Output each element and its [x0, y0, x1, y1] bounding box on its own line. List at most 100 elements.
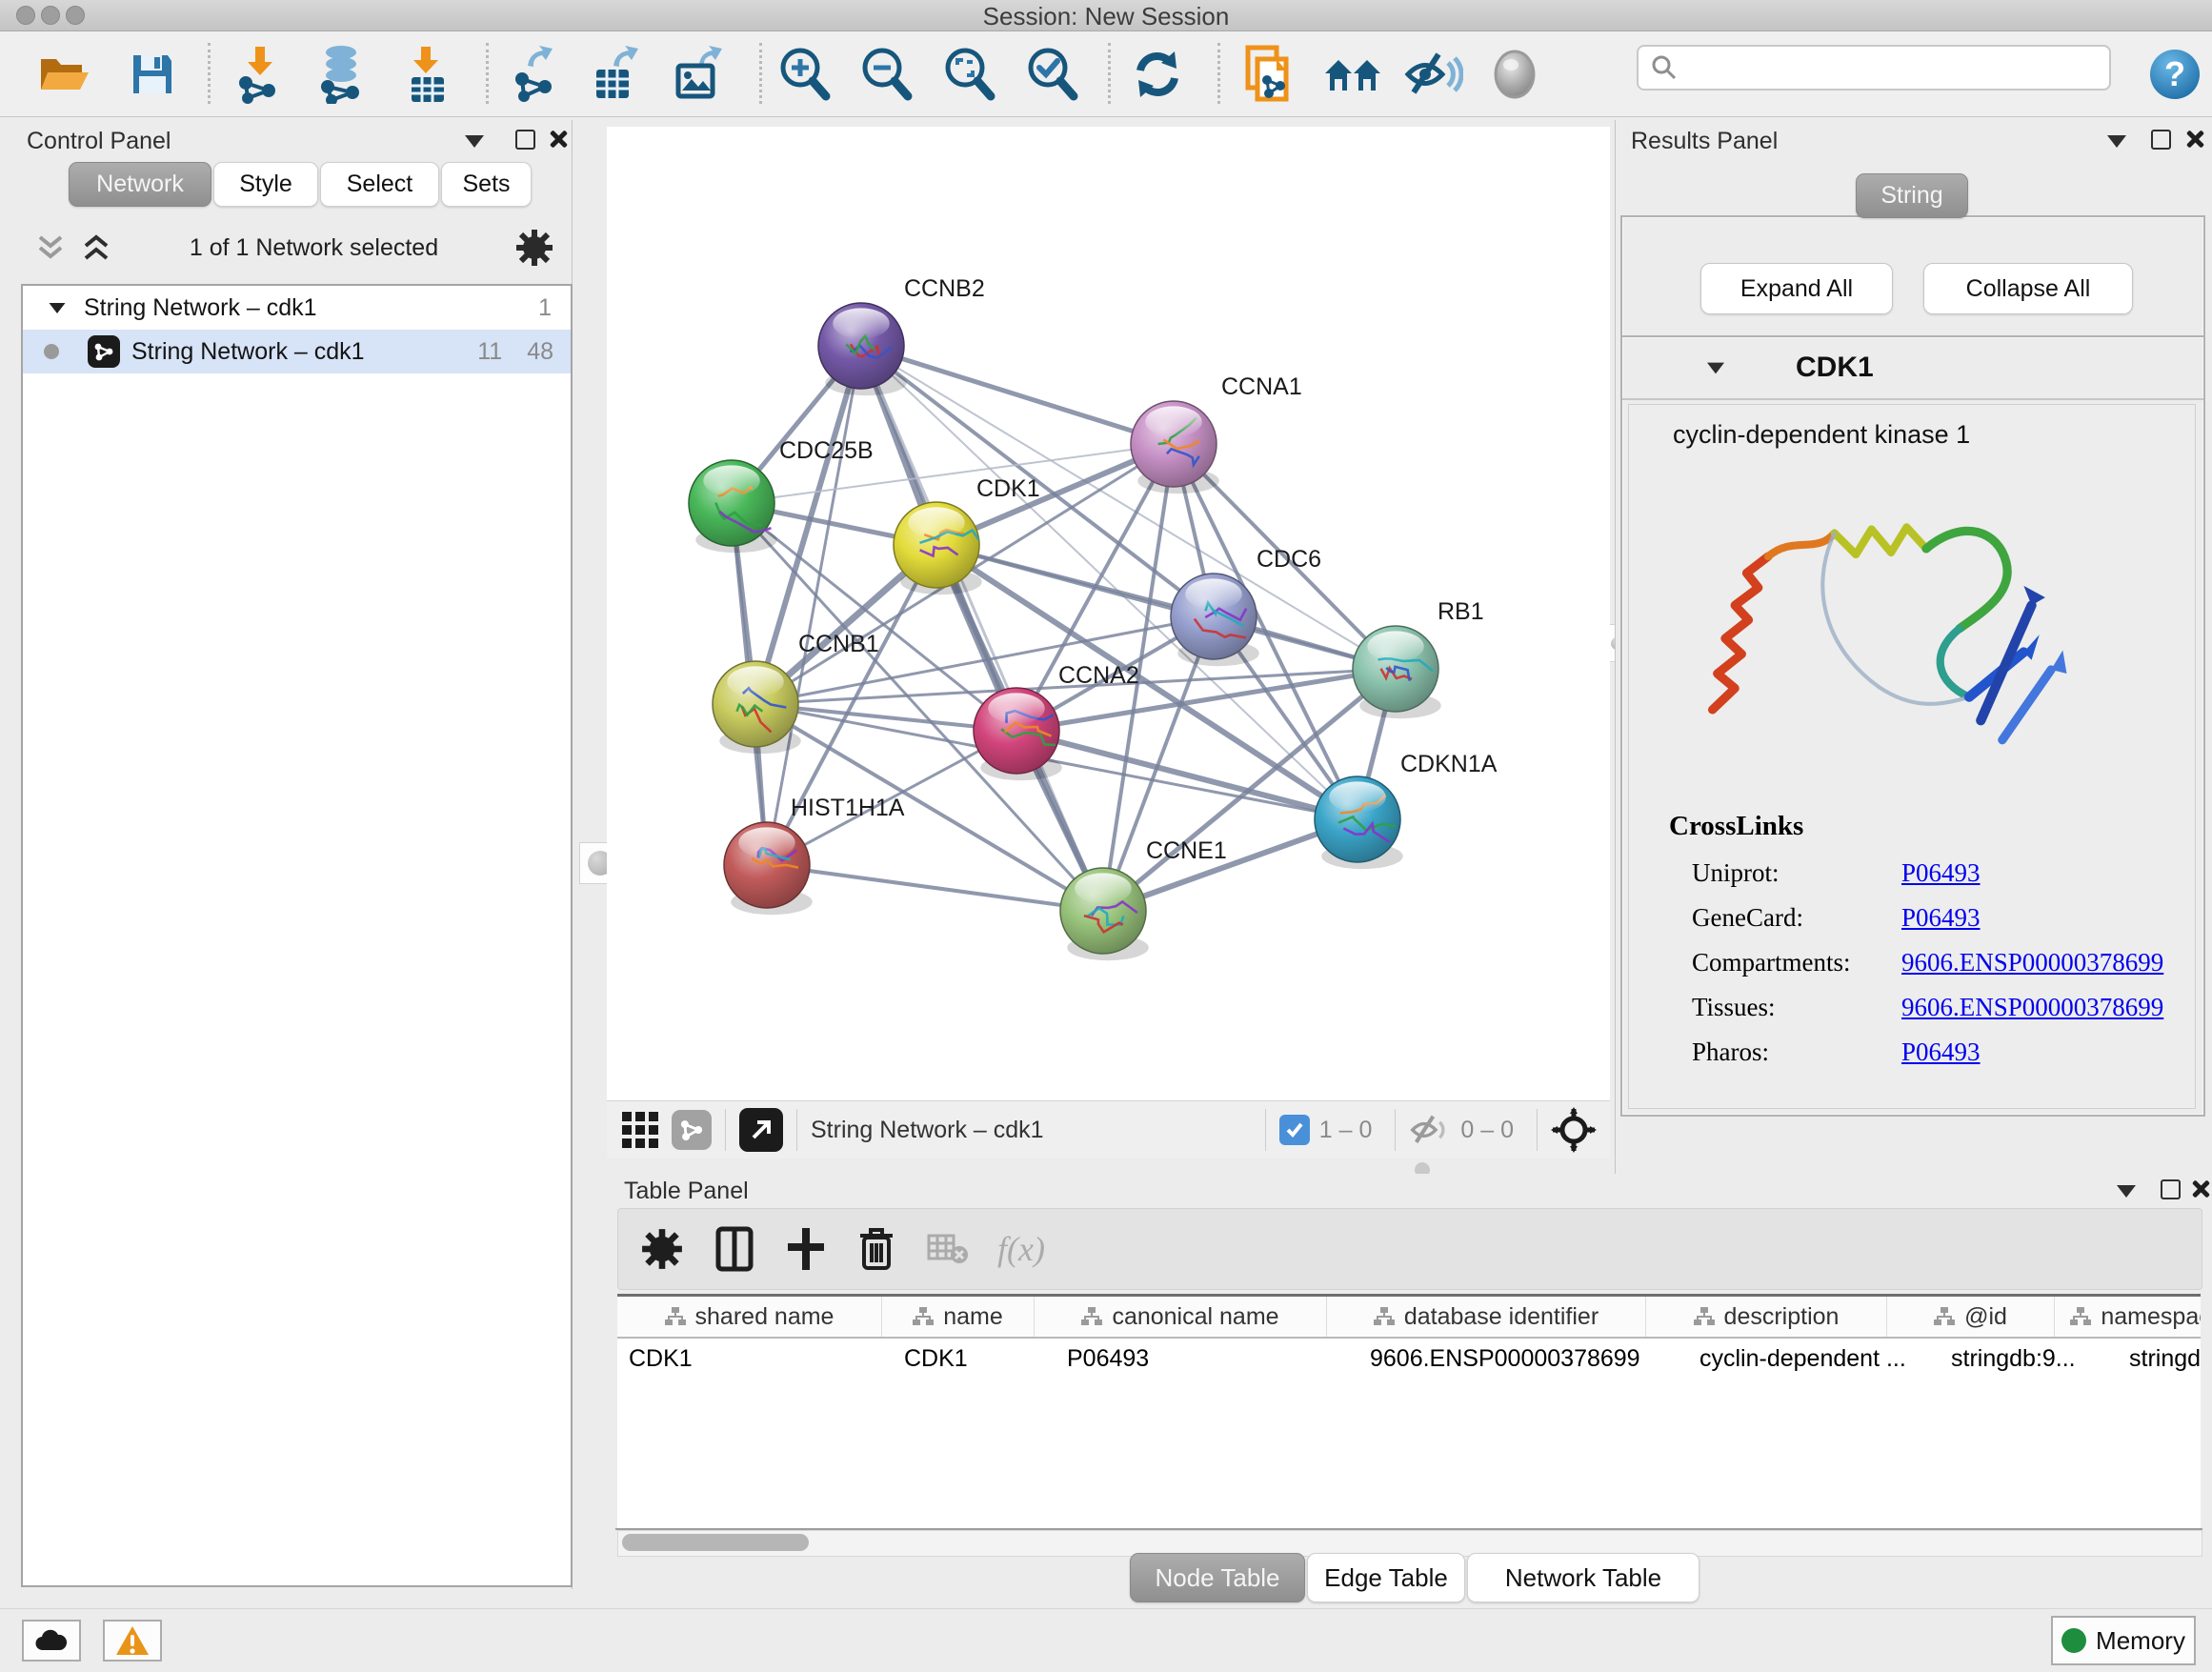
- show-columns-icon[interactable]: [715, 1226, 754, 1272]
- tab-network-table[interactable]: Network Table: [1467, 1553, 1699, 1602]
- table-panel-title: Table Panel: [624, 1178, 749, 1205]
- tab-node-table[interactable]: Node Table: [1130, 1553, 1305, 1602]
- hide-selected-button[interactable]: [1400, 41, 1467, 108]
- table-panel-menu-icon[interactable]: [2117, 1185, 2136, 1198]
- tab-style[interactable]: Style: [213, 162, 318, 207]
- edge-HIST1H1A-CCNE1[interactable]: [767, 865, 1103, 911]
- save-session-button[interactable]: [119, 41, 186, 108]
- edge-CCNB2-HIST1H1A[interactable]: [767, 346, 861, 865]
- node-CDC6[interactable]: [1171, 574, 1259, 666]
- node-gloss: [727, 666, 783, 696]
- zoom-selected-button[interactable]: [1019, 41, 1086, 108]
- crosslinks-title: CrossLinks: [1669, 811, 1803, 842]
- network-graph[interactable]: CCNB2CCNA1CDC25BCDK1CDC6RB1CCNB1CCNA2CDK…: [607, 127, 1610, 1100]
- crosslink-link[interactable]: P06493: [1901, 903, 1981, 933]
- tab-sets[interactable]: Sets: [441, 162, 532, 207]
- node-table[interactable]: shared namenamecanonical namedatabase id…: [617, 1294, 2201, 1533]
- refresh-view-button[interactable]: [1124, 41, 1191, 108]
- gene-detail-box: cyclin-dependent kinase 1: [1628, 404, 2196, 1109]
- hidden-eye-slash-icon[interactable]: [1409, 1114, 1451, 1146]
- node-CCNE1[interactable]: [1060, 868, 1149, 960]
- network-row[interactable]: String Network – cdk1 11 48: [23, 330, 571, 373]
- node-RB1[interactable]: [1353, 626, 1441, 718]
- column-header-shared-name[interactable]: shared name: [617, 1297, 882, 1337]
- network-collection-row[interactable]: String Network – cdk1 1: [23, 286, 571, 330]
- node-CDKN1A[interactable]: [1315, 776, 1403, 869]
- export-network-button[interactable]: [500, 41, 567, 108]
- table-gear-icon[interactable]: [641, 1228, 683, 1270]
- selected-checkbox-icon[interactable]: [1279, 1115, 1310, 1145]
- zoom-fit-button[interactable]: [936, 41, 1003, 108]
- gene-disclosure-icon[interactable]: [1707, 362, 1724, 373]
- control-panel-menu-icon[interactable]: [465, 135, 484, 148]
- import-table-button[interactable]: [393, 41, 460, 108]
- column-header-canonical-name[interactable]: canonical name: [1035, 1297, 1327, 1337]
- collection-disclosure-icon[interactable]: [50, 302, 66, 312]
- edge-CCNB2-CCNA1[interactable]: [861, 346, 1174, 444]
- collapse-all-icon[interactable]: [34, 233, 67, 262]
- add-column-icon[interactable]: [786, 1226, 826, 1272]
- home-layout-button[interactable]: [1319, 41, 1386, 108]
- zoom-in-button[interactable]: [772, 41, 838, 108]
- results-panel-menu-icon[interactable]: [2107, 135, 2126, 148]
- open-session-button[interactable]: [31, 41, 98, 108]
- import-network-button[interactable]: [226, 41, 292, 108]
- column-header-name[interactable]: name: [882, 1297, 1035, 1337]
- birds-eye-view-icon[interactable]: [622, 1112, 658, 1148]
- clone-network-button[interactable]: [1237, 41, 1303, 108]
- crosslink-link[interactable]: P06493: [1901, 858, 1981, 888]
- column-header-namespace[interactable]: namespace: [2055, 1297, 2201, 1337]
- node-CCNB1[interactable]: [713, 661, 801, 754]
- gene-header-row[interactable]: CDK1: [1622, 337, 2203, 400]
- cloud-button[interactable]: [22, 1620, 81, 1662]
- table-row[interactable]: CDK1CDK1P064939606.ENSP00000378699cyclin…: [617, 1339, 2201, 1379]
- network-canvas[interactable]: CCNB2CCNA1CDC25BCDK1CDC6RB1CCNB1CCNA2CDK…: [607, 127, 1610, 1100]
- column-header-database-identifier[interactable]: database identifier: [1327, 1297, 1646, 1337]
- table-hscrollbar-thumb[interactable]: [622, 1534, 809, 1551]
- column-header-description[interactable]: description: [1646, 1297, 1887, 1337]
- table-panel-close-icon[interactable]: [2191, 1179, 2210, 1199]
- export-table-button[interactable]: [582, 41, 649, 108]
- node-HIST1H1A[interactable]: [724, 822, 813, 915]
- memory-button[interactable]: Memory: [2051, 1616, 2196, 1665]
- node-CCNA1[interactable]: [1131, 401, 1219, 494]
- crosslink-link[interactable]: 9606.ENSP00000378699: [1901, 993, 2163, 1022]
- tab-string[interactable]: String: [1856, 173, 1968, 218]
- crosshair-icon[interactable]: [1551, 1107, 1597, 1153]
- tab-select[interactable]: Select: [320, 162, 439, 207]
- control-panel-float-icon[interactable]: [515, 130, 535, 150]
- network-share-icon[interactable]: [672, 1110, 712, 1150]
- documents-share-icon: [1244, 44, 1296, 105]
- node-CCNB2[interactable]: [818, 303, 907, 395]
- node-label-CDC6: CDC6: [1257, 546, 1321, 573]
- node-CCNA2[interactable]: [974, 688, 1062, 780]
- results-panel-close-icon[interactable]: [2185, 130, 2204, 149]
- node-CDK1[interactable]: [894, 502, 982, 594]
- crosslink-link[interactable]: P06493: [1901, 1037, 1981, 1067]
- search-field[interactable]: [1637, 45, 2111, 91]
- results-panel-float-icon[interactable]: [2151, 130, 2171, 150]
- expand-all-icon[interactable]: [80, 233, 112, 262]
- open-in-window-icon[interactable]: [739, 1108, 783, 1152]
- collapse-all-button[interactable]: Collapse All: [1923, 263, 2133, 314]
- search-input[interactable]: [1686, 49, 2109, 87]
- column-header-@id[interactable]: @id: [1887, 1297, 2055, 1337]
- network-edge-count: 48: [527, 338, 553, 366]
- control-panel-close-icon[interactable]: [549, 130, 568, 149]
- import-network-from-database-button[interactable]: [308, 41, 374, 108]
- export-network-icon: [507, 45, 560, 104]
- show-all-button[interactable]: [1481, 41, 1548, 108]
- crosslink-link[interactable]: 9606.ENSP00000378699: [1901, 948, 2163, 977]
- tab-network[interactable]: Network: [69, 162, 211, 207]
- zoom-out-button[interactable]: [854, 41, 920, 108]
- gear-icon[interactable]: [515, 229, 553, 267]
- warnings-button[interactable]: [103, 1620, 162, 1662]
- help-button[interactable]: ?: [2142, 41, 2208, 108]
- table-panel-float-icon[interactable]: [2161, 1179, 2181, 1199]
- delete-column-icon[interactable]: [858, 1226, 895, 1272]
- node-gloss: [908, 507, 964, 537]
- tab-edge-table[interactable]: Edge Table: [1307, 1553, 1465, 1602]
- export-image-button[interactable]: [664, 41, 731, 108]
- node-CDC25B[interactable]: [689, 460, 777, 553]
- expand-all-button[interactable]: Expand All: [1700, 263, 1893, 314]
